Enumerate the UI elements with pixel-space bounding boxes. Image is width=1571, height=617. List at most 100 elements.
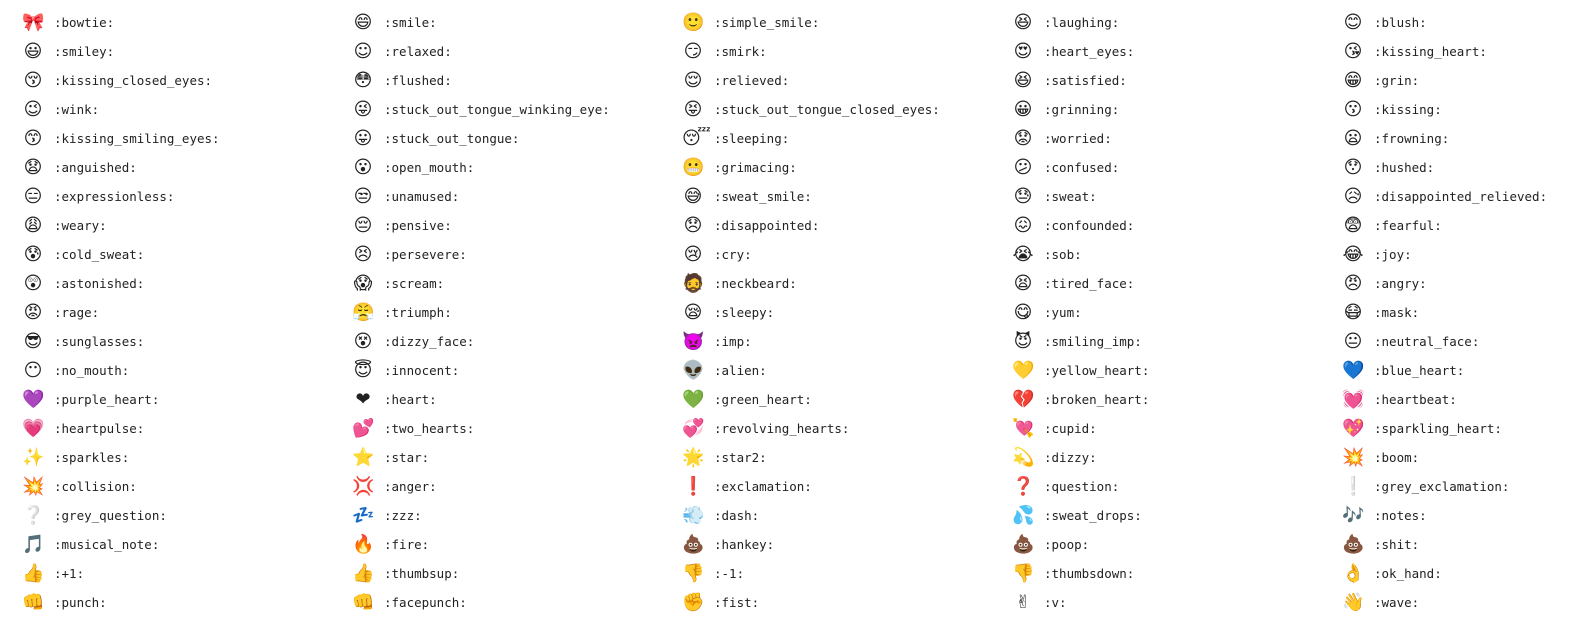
open-mouth-icon: 😮	[353, 156, 373, 178]
emoji-entry: 😇:innocent:	[352, 356, 682, 385]
emoji-code-label: :open_mouth:	[384, 160, 475, 175]
astonished-icon: 😲	[23, 272, 43, 294]
emoji-code-label: :dash:	[714, 508, 760, 523]
sparkles-icon: ✨	[22, 446, 45, 468]
cupid-icon: 💘	[1012, 417, 1035, 439]
unamused-icon: 😒	[353, 185, 373, 207]
disappointed-relieved-icon: 😥	[1343, 185, 1363, 207]
emoji-entry: 😪:sleepy:	[682, 298, 1012, 327]
plus-one-icon: 👍	[22, 562, 45, 584]
emoji-code-label: :revolving_hearts:	[714, 421, 850, 436]
emoji-code-label: :sweat_drops:	[1044, 508, 1142, 523]
frowning-icon: 😦	[1343, 127, 1363, 149]
emoji-code-label: :smirk:	[714, 44, 767, 59]
emoji-entry: 😋:yum:	[1012, 298, 1342, 327]
emoji-entry: 🎀:bowtie:	[22, 8, 352, 37]
emoji-code-label: :innocent:	[384, 363, 460, 378]
anger-icon: 💢	[352, 475, 375, 497]
emoji-entry: 😷 :mask:	[1342, 298, 1562, 327]
emoji-entry: 😧:anguished:	[22, 153, 352, 182]
emoji-code-label: :mask:	[1374, 305, 1420, 320]
emoji-entry: 😁:grin:	[1342, 66, 1562, 95]
emoji-entry: 😦:frowning:	[1342, 124, 1562, 153]
emoji-entry: ✨:sparkles:	[22, 443, 352, 472]
emoji-code-label: :triumph:	[384, 305, 452, 320]
scream-icon: 😱	[353, 272, 373, 294]
emoji-code-label: :green_heart:	[714, 392, 812, 407]
emoji-code-label: :alien:	[714, 363, 767, 378]
emoji-entry: 🙂:simple_smile:	[682, 8, 1012, 37]
emoji-code-label: :wave:	[1374, 595, 1420, 610]
emoji-entry: 😱:scream:	[352, 269, 682, 298]
thumbsup-icon: 👍	[352, 562, 375, 584]
green-heart-icon: 💚	[682, 388, 705, 410]
emoji-entry: ❓:question:	[1012, 472, 1342, 501]
mask-icon: 😷	[1343, 301, 1363, 323]
emoji-code-label: :tired_face:	[1044, 276, 1135, 291]
emoji-code-label: :fire:	[384, 537, 430, 552]
emoji-code-label: :star2:	[714, 450, 767, 465]
worried-icon: 😟	[1013, 127, 1033, 149]
emoji-code-label: :facepunch:	[384, 595, 467, 610]
emoji-code-label: :relaxed:	[384, 44, 452, 59]
notes-icon: 🎶	[1342, 504, 1365, 526]
emoji-entry: 😰:cold_sweat:	[22, 240, 352, 269]
emoji-entry: 😭:sob:	[1012, 240, 1342, 269]
weary-icon: 😩	[23, 214, 43, 236]
emoji-code-label: :cold_sweat:	[54, 247, 145, 262]
emoji-code-label: :kissing_closed_eyes:	[54, 73, 213, 88]
emoji-code-label: :yellow_heart:	[1044, 363, 1150, 378]
emoji-entry: 😩:weary:	[22, 211, 352, 240]
emoji-code-label: :purple_heart:	[54, 392, 160, 407]
emoji-entry: 😅:sweat_smile:	[682, 182, 1012, 211]
revolving-hearts-icon: 💞	[682, 417, 705, 439]
satisfied-icon: 😆	[1013, 69, 1033, 91]
emoji-code-label: :neutral_face:	[1374, 334, 1480, 349]
emoji-entry: 😳:flushed:	[352, 66, 682, 95]
emoji-code-label: :bowtie:	[54, 15, 115, 30]
emoji-code-label: :laughing:	[1044, 15, 1120, 30]
emoji-entry: 👊:punch:	[22, 588, 352, 617]
hushed-icon: 😯	[1343, 156, 1363, 178]
emoji-code-label: :poop:	[1044, 537, 1090, 552]
emoji-code-label: :punch:	[54, 595, 107, 610]
emoji-code-label: :sleeping:	[714, 131, 790, 146]
emoji-code-label: :sweat:	[1044, 189, 1097, 204]
emoji-entry: 🔥:fire:	[352, 530, 682, 559]
sleepy-icon: 😪	[683, 301, 703, 323]
poop-icon: 💩	[1012, 533, 1035, 555]
emoji-code-label: :relieved:	[714, 73, 790, 88]
emoji-code-label: :kissing_smiling_eyes:	[54, 131, 220, 146]
emoji-code-label: :grinning:	[1044, 102, 1120, 117]
emoji-code-label: :ok_hand:	[1374, 566, 1442, 581]
emoji-code-label: :thumbsdown:	[1044, 566, 1135, 581]
emoji-entry: 😓:sweat:	[1012, 182, 1342, 211]
emoji-entry: ❔:grey_question:	[22, 501, 352, 530]
emoji-entry: 😆:satisfied:	[1012, 66, 1342, 95]
emoji-code-label: :dizzy_face:	[384, 334, 475, 349]
zzz-icon: 💤	[352, 504, 375, 526]
ok-hand-icon: 👌	[1342, 562, 1365, 584]
emoji-code-label: :sparkling_heart:	[1374, 421, 1502, 436]
wink-icon: 😉	[23, 98, 43, 120]
emoji-code-label: :cry:	[714, 247, 752, 262]
emoji-code-label: :hushed:	[1374, 160, 1435, 175]
emoji-entry: 😖:confounded:	[1012, 211, 1342, 240]
emoji-entry: 😑:expressionless:	[22, 182, 352, 211]
emoji-code-label: :pensive:	[384, 218, 452, 233]
emoji-code-label: :unamused:	[384, 189, 460, 204]
emoji-code-label: :grin:	[1374, 73, 1420, 88]
grey-exclamation-icon: ❕	[1342, 475, 1365, 497]
relieved-icon: 😌	[683, 69, 703, 91]
smiling-imp-icon: 😈	[1013, 330, 1033, 352]
emoji-code-label: :blush:	[1374, 15, 1427, 30]
emoji-entry: 👍:+1:	[22, 559, 352, 588]
emoji-code-label: :heartbeat:	[1374, 392, 1457, 407]
wave-icon: 👋	[1342, 591, 1365, 613]
emoji-cheat-sheet-grid: 🎀:bowtie: 😄:smile: 🙂:simple_smile: 😆:laughi…	[22, 8, 1562, 617]
flushed-icon: 😳	[353, 69, 373, 91]
emoji-entry: 😔:pensive:	[352, 211, 682, 240]
persevere-icon: 😣	[353, 243, 373, 265]
emoji-code-label: :persevere:	[384, 247, 467, 262]
emoji-entry: 😒 :unamused:	[352, 182, 682, 211]
